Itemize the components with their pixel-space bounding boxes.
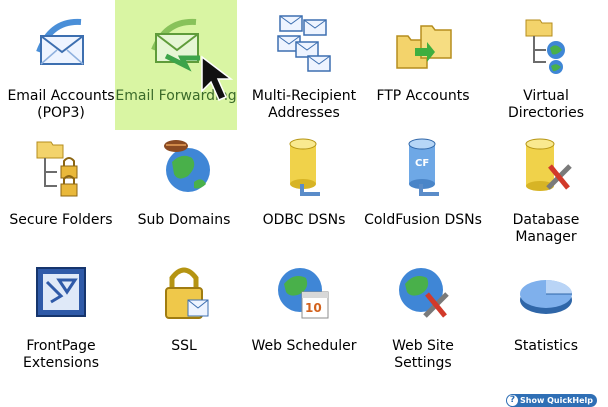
web-site-settings-icon	[399, 268, 449, 318]
tile-label: FTP Accounts	[376, 88, 470, 104]
tile-label: Virtual Directories	[507, 88, 585, 121]
tile-label: Email Forwarding	[115, 88, 237, 104]
tile-secure-folders[interactable]: Secure Folders	[0, 124, 122, 254]
tile-database-manager[interactable]: Database Manager	[485, 124, 607, 254]
tile-statistics[interactable]: Statistics	[485, 250, 607, 380]
ftp-folders-icon	[396, 25, 452, 69]
tile-coldfusion-dsns[interactable]: CF ColdFusion DSNs	[362, 124, 484, 254]
coldfusion-database-icon: CF	[408, 138, 439, 196]
database-manager-icon	[525, 138, 572, 191]
tile-web-scheduler[interactable]: 10 Web Scheduler	[243, 250, 365, 380]
tile-label: Secure Folders	[9, 212, 113, 228]
tile-label: Statistics	[514, 338, 578, 354]
tile-odbc-dsns[interactable]: ODBC DSNs	[243, 124, 365, 254]
quickhelp-label: Show QuickHelp	[520, 396, 594, 405]
email-accounts-icon	[36, 18, 84, 65]
svg-text:10: 10	[305, 301, 322, 315]
sub-domains-globe-icon	[164, 140, 210, 192]
svg-text:CF: CF	[415, 158, 429, 169]
help-question-icon: ?	[507, 395, 518, 406]
odbc-database-icon	[289, 138, 320, 196]
tile-label: FrontPage Extensions	[22, 338, 100, 371]
tile-ftp-accounts[interactable]: FTP Accounts	[362, 0, 484, 130]
tile-sub-domains[interactable]: Sub Domains	[123, 124, 245, 254]
tile-label: Web Scheduler	[251, 338, 357, 354]
tile-email-forwarding[interactable]: Email Forwarding	[115, 0, 237, 130]
tile-label: Sub Domains	[137, 212, 231, 228]
tile-multi-recipient[interactable]: Multi-Recipient Addresses	[243, 0, 365, 130]
tile-label: Email Accounts (POP3)	[7, 88, 115, 121]
ssl-lock-icon	[165, 267, 209, 319]
web-scheduler-icon: 10	[278, 268, 329, 319]
tile-web-site-settings[interactable]: Web Site Settings	[362, 250, 484, 380]
tile-label: ODBC DSNs	[262, 212, 346, 228]
multi-recipient-icon	[277, 15, 331, 72]
email-forwarding-icon	[151, 18, 200, 72]
tile-label: Database Manager	[512, 212, 580, 245]
virtual-directories-icon	[525, 19, 565, 74]
tile-email-accounts[interactable]: Email Accounts (POP3)	[0, 0, 122, 130]
tile-label: Web Site Settings	[392, 338, 454, 371]
secure-folders-icon	[36, 141, 78, 197]
tile-label: ColdFusion DSNs	[364, 212, 482, 228]
frontpage-icon	[36, 267, 86, 317]
tile-label: SSL	[171, 338, 197, 354]
statistics-pie-icon	[520, 280, 572, 314]
tile-label: Multi-Recipient Addresses	[251, 88, 357, 121]
show-quickhelp-button[interactable]: ? Show QuickHelp	[506, 394, 598, 407]
tile-frontpage-extensions[interactable]: FrontPage Extensions	[0, 250, 122, 380]
tile-virtual-directories[interactable]: Virtual Directories	[485, 0, 607, 130]
tile-ssl[interactable]: SSL	[123, 250, 245, 380]
